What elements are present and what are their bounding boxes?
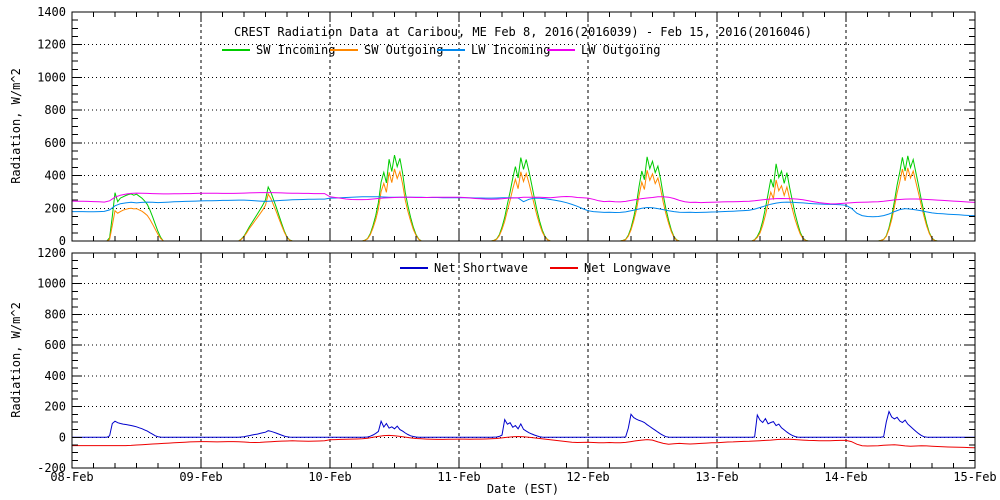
- series-sw-incoming: [72, 154, 975, 241]
- x-tick-label: 11-Feb: [437, 470, 480, 484]
- y-axis-title-bottom: Radiation, W/m^2: [9, 302, 23, 418]
- tick-labels-layer: 0200400600800100012001400-20002004006008…: [37, 5, 997, 484]
- y-axis-title-top: Radiation, W/m^2: [9, 68, 23, 184]
- y-tick-label: 1000: [37, 277, 66, 291]
- panel-border-net-radiation: [71, 252, 976, 469]
- x-tick-label: 08-Feb: [50, 470, 93, 484]
- y-tick-label: 1200: [37, 246, 66, 260]
- legend-label-net-longwave: Net Longwave: [584, 261, 671, 275]
- y-tick-label: 1200: [37, 38, 66, 52]
- y-tick-label: 200: [44, 400, 66, 414]
- y-tick-label: 600: [44, 338, 66, 352]
- y-tick-label: 1400: [37, 5, 66, 19]
- legend-label-lw-incoming: LW Incoming: [471, 43, 550, 57]
- x-tick-label: 14-Feb: [824, 470, 867, 484]
- legend-top-panel: SW Incoming SW Outgoing LW Incoming LW O…: [222, 43, 660, 57]
- x-tick-label: 10-Feb: [308, 470, 351, 484]
- x-tick-label: 15-Feb: [953, 470, 996, 484]
- y-tick-label: 800: [44, 103, 66, 117]
- y-tick-label: 400: [44, 169, 66, 183]
- legend-label-lw-outgoing: LW Outgoing: [581, 43, 660, 57]
- x-tick-label: 13-Feb: [695, 470, 738, 484]
- axes-frame-layer: [71, 11, 976, 469]
- series-layer: [72, 154, 975, 449]
- series-net-shortwave: [72, 410, 975, 438]
- legend-bottom-panel: Net Shortwave Net Longwave: [400, 261, 671, 275]
- y-tick-label: 600: [44, 136, 66, 150]
- series-lw-incoming: [72, 196, 975, 218]
- chart-title: CREST Radiation Data at Caribou, ME Feb …: [234, 25, 812, 39]
- x-axis-title: Date (EST): [487, 482, 559, 496]
- x-tick-label: 12-Feb: [566, 470, 609, 484]
- y-tick-label: 1000: [37, 70, 66, 84]
- radiation-chart-figure: 0 200 400 600 800 1000 1200 1400 -200 0 200 400 600 8…: [0, 0, 1000, 500]
- x-tick-label: 09-Feb: [179, 470, 222, 484]
- y-tick-label: 800: [44, 307, 66, 321]
- legend-label-sw-incoming: SW Incoming: [256, 43, 335, 57]
- y-tick-label: 200: [44, 201, 66, 215]
- chart-canvas: 0200400600800100012001400-20002004006008…: [9, 5, 997, 496]
- y-tick-label: 0: [59, 430, 66, 444]
- legend-label-sw-outgoing: SW Outgoing: [364, 43, 443, 57]
- legend-label-net-shortwave: Net Shortwave: [434, 261, 528, 275]
- y-tick-label: 400: [44, 369, 66, 383]
